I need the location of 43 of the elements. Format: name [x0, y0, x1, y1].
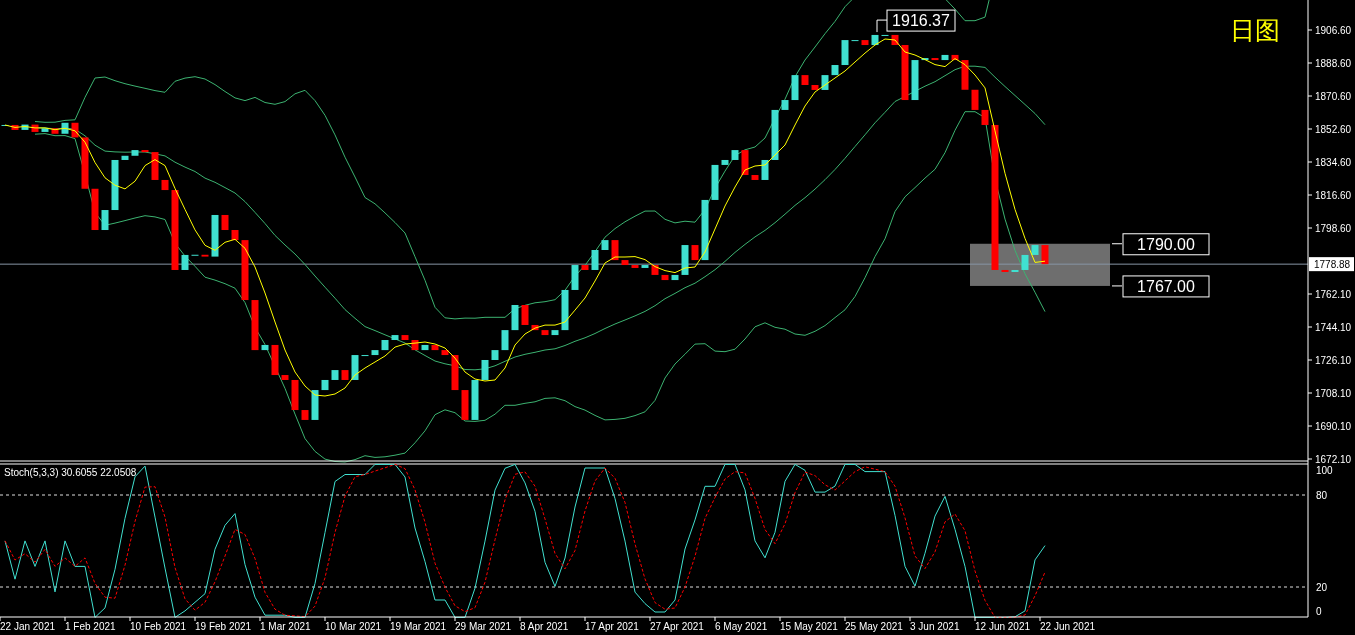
- axis-label: 1834.60: [1315, 157, 1352, 168]
- axis-label: 1762.10: [1315, 289, 1352, 300]
- axis-label: 1690.10: [1315, 421, 1352, 432]
- axis-label: 1 Feb 2021: [65, 621, 116, 632]
- axis-label: 19 Feb 2021: [195, 621, 252, 632]
- axis-label: 20: [1316, 582, 1328, 593]
- axis-label: 10 Mar 2021: [325, 621, 382, 632]
- axis-label: 1906.60: [1315, 25, 1352, 36]
- axis-label: 1726.10: [1315, 355, 1352, 366]
- axis-label: 25 May 2021: [845, 621, 903, 632]
- oscillator-title: Stoch(5,3,3) 30.6055 22.0508: [4, 467, 137, 478]
- price-label: 1767.00: [1122, 275, 1210, 298]
- axis-label: 10 Feb 2021: [130, 621, 187, 632]
- axis-label: 1708.10: [1315, 388, 1352, 399]
- axis-label: 15 May 2021: [780, 621, 838, 632]
- axis-label: 1 Mar 2021: [260, 621, 311, 632]
- axis-label: 3 Jun 2021: [910, 621, 960, 632]
- axis-label: 1744.10: [1315, 322, 1352, 333]
- axis-label: 22 Jun 2021: [1040, 621, 1096, 632]
- axis-label: 22 Jan 2021: [0, 621, 56, 632]
- price-label: 1916.37: [886, 9, 956, 32]
- axis-label: 8 Apr 2021: [520, 621, 569, 632]
- leader-line: [876, 19, 888, 33]
- axis-label: 19 Mar 2021: [390, 621, 447, 632]
- axis-label: 12 Jun 2021: [975, 621, 1031, 632]
- axis-label: 0: [1316, 606, 1322, 617]
- leader-line: [1111, 285, 1123, 287]
- current-price-tag: 1778.88: [1309, 257, 1354, 272]
- axis-label: 29 Mar 2021: [455, 621, 512, 632]
- axis-label: 1798.60: [1315, 223, 1352, 234]
- axis-label: 1870.60: [1315, 91, 1352, 102]
- leader-line: [1111, 243, 1123, 245]
- axis-label: 1852.60: [1315, 124, 1352, 135]
- axis-label: 1888.60: [1315, 58, 1352, 69]
- axis-label: 1816.60: [1315, 190, 1352, 201]
- axis-label: 100: [1316, 465, 1333, 476]
- axis-label: 1672.10: [1315, 454, 1352, 463]
- price-label: 1790.00: [1122, 233, 1210, 256]
- chart-title: 日图: [1230, 16, 1280, 45]
- axis-label: 17 Apr 2021: [585, 621, 639, 632]
- axis-label: 27 Apr 2021: [650, 621, 704, 632]
- axis-label: 80: [1316, 490, 1328, 501]
- axis-label: 6 May 2021: [715, 621, 768, 632]
